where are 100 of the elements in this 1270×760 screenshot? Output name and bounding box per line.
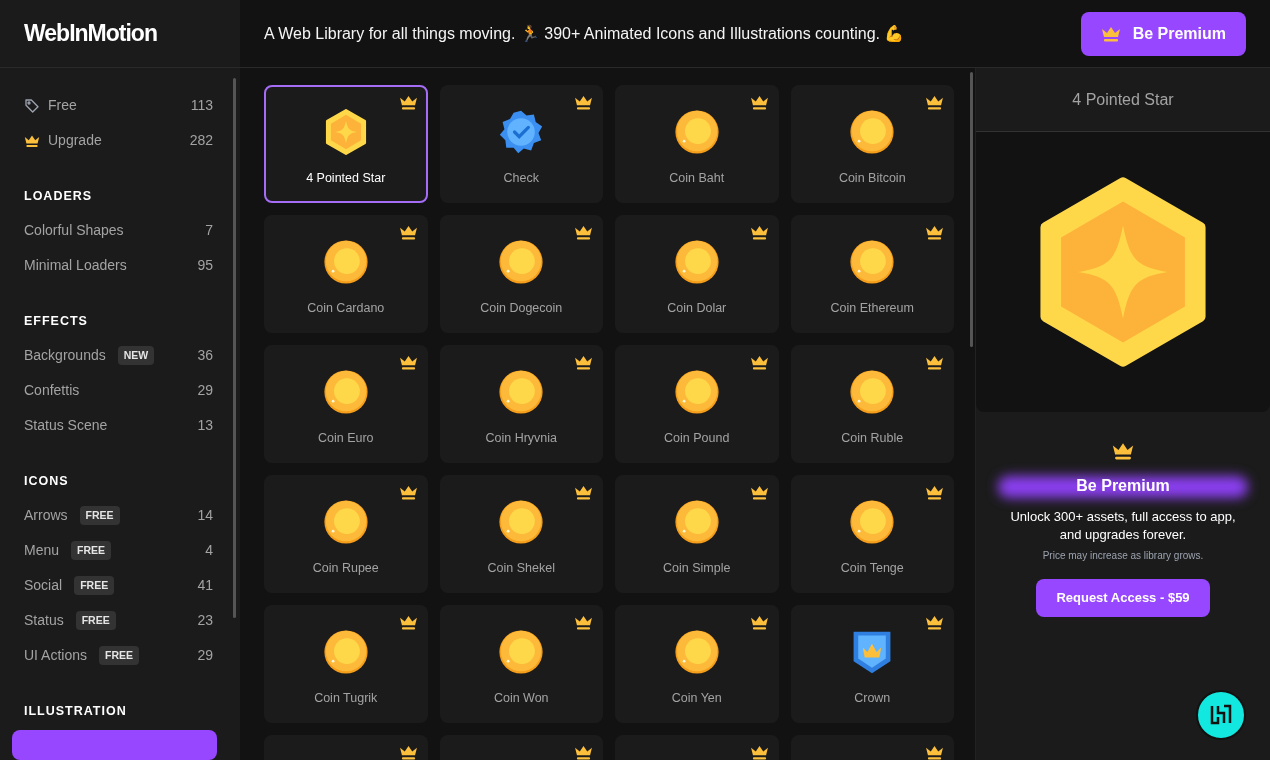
- tag-label: FREE: [74, 575, 115, 596]
- sidebar-link[interactable]: Status Scene: [24, 415, 108, 436]
- coin-icon: [322, 499, 369, 545]
- asset-card[interactable]: Coin Yen: [615, 605, 779, 723]
- asset-name: Coin Yen: [671, 690, 722, 707]
- tag-label: FREE: [79, 505, 120, 526]
- crown-icon: [749, 225, 769, 240]
- crown-icon: [398, 225, 418, 240]
- crown-icon: [398, 95, 418, 110]
- logo[interactable]: WebInMotion: [24, 16, 157, 51]
- sidebar-link[interactable]: Social: [24, 575, 63, 596]
- asset-card[interactable]: Coin Dogecoin: [439, 215, 603, 333]
- asset-card[interactable]: Coin Hryvnia: [439, 345, 603, 463]
- asset-name: Coin Bitcoin: [838, 170, 906, 187]
- asset-card[interactable]: Coin Simple: [615, 475, 779, 593]
- premium-title: Be Premium: [1076, 476, 1170, 496]
- preview-title: 4 Pointed Star: [1072, 89, 1174, 110]
- asset-card[interactable]: Coin Ethereum: [790, 215, 954, 333]
- asset-card[interactable]: Coin Baht: [615, 85, 779, 203]
- coin-icon: [322, 629, 369, 675]
- asset-name: Coin Simple: [663, 560, 731, 577]
- crown-icon: [574, 615, 593, 630]
- coin-icon: [849, 499, 896, 545]
- crown-icon: [574, 745, 593, 760]
- crown-icon: [574, 355, 593, 370]
- section-heading: EFFECTS: [24, 312, 89, 330]
- asset-name: Coin Ethereum: [830, 300, 914, 317]
- asset-card[interactable]: Coin Dolar: [615, 215, 779, 333]
- item-count: 95: [197, 256, 213, 275]
- sidebar-link[interactable]: Free: [48, 95, 77, 116]
- asset-card[interactable]: Coin Won: [439, 605, 603, 723]
- crown-icon: [749, 485, 769, 500]
- tagline: A Web Library for all things moving. 🏃 390+ Animated Icons and Illustrations counting. 💪: [264, 23, 905, 44]
- premium-description: Unlock 300+ assets, full access to app, and upgrades forever.: [1009, 508, 1237, 544]
- premium-button[interactable]: Be Premium: [1080, 11, 1246, 56]
- app-logo-icon: [1209, 703, 1233, 727]
- sidebar-link[interactable]: Status: [24, 610, 64, 631]
- tag-label: FREE: [75, 610, 116, 631]
- asset-card[interactable]: Crown: [790, 605, 954, 723]
- asset-card[interactable]: Check: [439, 85, 603, 203]
- request-access-button[interactable]: Request Access - $59: [1036, 579, 1210, 617]
- asset-name: Check: [503, 170, 539, 187]
- item-count: 14: [197, 506, 213, 525]
- sidebar-link[interactable]: Backgrounds: [24, 345, 106, 366]
- chat-button[interactable]: [1196, 690, 1246, 740]
- crown-icon: [925, 485, 944, 500]
- item-count: 23: [197, 611, 213, 630]
- coin-icon: [673, 629, 720, 675]
- asset-card[interactable]: Coin Rupee: [264, 475, 428, 593]
- asset-name: Coin Rupee: [312, 560, 379, 577]
- crown-icon: [925, 225, 944, 240]
- coin-icon: [673, 369, 720, 415]
- asset-card[interactable]: Coin Bitcoin: [790, 85, 954, 203]
- coin-icon: [322, 369, 369, 415]
- crown-icon: [925, 615, 944, 630]
- tag-label: NEW: [117, 345, 155, 366]
- asset-card[interactable]: 4 Pointed Star: [264, 85, 428, 203]
- asset-card[interactable]: Coin Euro: [264, 345, 428, 463]
- asset-card[interactable]: Coin Tenge: [790, 475, 954, 593]
- crown-icon: [749, 355, 769, 370]
- crown-icon: [574, 95, 593, 110]
- crown-icon: [925, 95, 944, 110]
- sidebar-link[interactable]: Colorful Shapes: [24, 220, 124, 241]
- crown-icon: [749, 745, 769, 760]
- price-note: Price may increase as library grows.: [1042, 549, 1204, 563]
- sidebar-link[interactable]: Arrows: [24, 505, 68, 526]
- sidebar-link[interactable]: Confettis: [24, 380, 80, 401]
- crown-icon: [749, 615, 769, 630]
- coin-icon: [849, 109, 896, 155]
- asset-name: Coin Won: [493, 690, 549, 707]
- asset-name: Coin Tenge: [840, 560, 904, 577]
- coin-icon: [498, 369, 545, 415]
- asset-card[interactable]: Coin Tugrik: [264, 605, 428, 723]
- asset-card[interactable]: Coin Ruble: [790, 345, 954, 463]
- sidebar-link[interactable]: UI Actions: [24, 645, 88, 666]
- crown-icon: [398, 355, 418, 370]
- sidebar-link[interactable]: Upgrade: [48, 130, 102, 151]
- asset-card[interactable]: Coin Shekel: [439, 475, 603, 593]
- item-count: 7: [205, 221, 213, 240]
- coin-icon: [498, 629, 545, 675]
- crown-icon: [398, 485, 418, 500]
- asset-card[interactable]: Coin Cardano: [264, 215, 428, 333]
- item-count: 29: [197, 381, 213, 400]
- asset-name: Coin Euro: [317, 430, 374, 447]
- coin-icon: [673, 109, 720, 155]
- asset-name: Coin Cardano: [307, 300, 385, 317]
- scrollbar[interactable]: [970, 72, 973, 347]
- scrollbar[interactable]: [233, 78, 236, 618]
- sidebar-link[interactable]: Menu: [24, 540, 60, 561]
- sidebar-link[interactable]: Minimal Loaders: [24, 255, 127, 276]
- crown-icon: [925, 745, 944, 760]
- coin-icon: [322, 239, 369, 285]
- asset-card[interactable]: Coin Pound: [615, 345, 779, 463]
- coin-icon: [498, 239, 545, 285]
- coin-icon: [673, 499, 720, 545]
- asset-name: Coin Hryvnia: [485, 430, 558, 447]
- crown-icon: [398, 745, 418, 760]
- section-heading: ILLUSTRATION: [24, 702, 128, 720]
- item-count: 4: [205, 541, 213, 560]
- hexagon-star-icon: [1037, 177, 1209, 367]
